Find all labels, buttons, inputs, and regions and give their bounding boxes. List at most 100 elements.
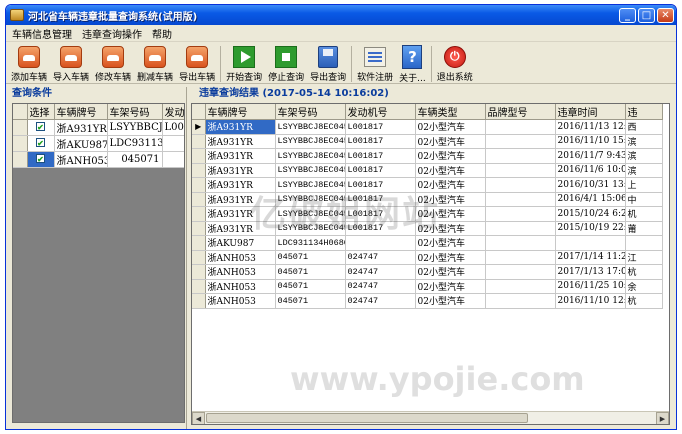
col-frame[interactable]: 车架号码: [275, 104, 346, 120]
plate-cell[interactable]: 浙A931YR: [205, 148, 276, 164]
brand-cell[interactable]: [485, 206, 556, 222]
maximize-button[interactable]: □: [638, 7, 655, 23]
violation-time-cell[interactable]: 2016/11/6 10:0: [555, 163, 626, 178]
table-row[interactable]: 浙A931YR LSYYBBCJ8EC045 L001817 02小型汽车 2015/1…: [192, 206, 663, 222]
violation-time-cell[interactable]: 2016/11/10 12:: [555, 293, 626, 309]
import-vehicle-button[interactable]: 导入车辆: [50, 44, 92, 84]
frame-cell[interactable]: 045071: [107, 151, 163, 168]
plate-cell[interactable]: 浙ANH053: [54, 151, 108, 168]
row-header[interactable]: [13, 151, 28, 168]
brand-cell[interactable]: [485, 177, 556, 193]
row-header[interactable]: [192, 177, 206, 193]
violation-place-cell[interactable]: 滨: [625, 134, 663, 149]
engine-cell[interactable]: L001817: [345, 119, 416, 135]
vehicle-type-cell[interactable]: 02小型汽车: [415, 177, 486, 193]
engine-cell[interactable]: 0: [162, 151, 184, 168]
current-row-indicator[interactable]: ▶: [192, 119, 206, 135]
frame-cell[interactable]: 045071: [275, 250, 346, 265]
engine-cell[interactable]: L001817: [345, 177, 416, 193]
plate-cell[interactable]: 浙AKU987: [205, 235, 276, 251]
violation-place-cell[interactable]: 莆: [625, 221, 663, 236]
row-header[interactable]: [192, 134, 206, 149]
engine-cell[interactable]: [345, 235, 416, 251]
scroll-left-arrow[interactable]: ◀: [192, 412, 205, 424]
brand-cell[interactable]: [485, 250, 556, 265]
frame-cell[interactable]: LSYYBBCJ8EC045: [275, 119, 346, 135]
vehicle-type-cell[interactable]: 02小型汽车: [415, 119, 486, 135]
violation-time-cell[interactable]: 2017/1/13 17:0: [555, 264, 626, 280]
menu-vehicle-info[interactable]: 车辆信息管理: [12, 26, 72, 41]
violation-time-cell[interactable]: 2016/11/10 15:: [555, 134, 626, 149]
exit-button[interactable]: ⏻ 退出系统: [434, 44, 476, 84]
violation-place-cell[interactable]: 滨: [625, 163, 663, 178]
menu-help[interactable]: 帮助: [152, 26, 172, 41]
violation-place-cell[interactable]: 余: [625, 279, 663, 294]
frame-cell[interactable]: LSYYBBCJ8EC045: [275, 134, 346, 149]
table-row[interactable]: 浙A931YR LSYYBBCJ8EC045 L001817 02小型汽车 2016/4…: [192, 192, 663, 207]
select-cell[interactable]: ✔: [27, 135, 55, 152]
violation-place-cell[interactable]: 杭: [625, 264, 663, 280]
violation-time-cell[interactable]: 2015/10/24 6:2: [555, 206, 626, 222]
col-plate[interactable]: 车辆牌号: [205, 104, 276, 120]
brand-cell[interactable]: [485, 119, 556, 135]
frame-cell[interactable]: 045071: [275, 293, 346, 309]
table-row[interactable]: 浙A931YR LSYYBBCJ8EC045 L001817 02小型汽车 2016/1…: [192, 134, 663, 149]
violation-time-cell[interactable]: 2017/1/14 11:2: [555, 250, 626, 265]
engine-cell[interactable]: L001817: [345, 148, 416, 164]
col-select[interactable]: 选择: [27, 104, 55, 120]
vehicle-grid[interactable]: 选择 车辆牌号 车架号码 发动 ✔ 浙A931YR LSYYBBCJ8 L00: [12, 103, 185, 423]
violation-place-cell[interactable]: 杭: [625, 293, 663, 309]
plate-cell[interactable]: 浙ANH053: [205, 264, 276, 280]
plate-cell[interactable]: 浙ANH053: [205, 293, 276, 309]
frame-cell[interactable]: LSYYBBCJ8EC045: [275, 148, 346, 164]
row-header[interactable]: [13, 119, 28, 136]
brand-cell[interactable]: [485, 134, 556, 149]
table-row[interactable]: 浙A931YR LSYYBBCJ8EC045 L001817 02小型汽车 2015/1…: [192, 221, 663, 236]
engine-cell[interactable]: L001817: [345, 134, 416, 149]
table-row[interactable]: ✔ 浙A931YR LSYYBBCJ8 L00: [13, 119, 184, 136]
table-row[interactable]: 浙A931YR LSYYBBCJ8EC045 L001817 02小型汽车 2016/1…: [192, 148, 663, 164]
brand-cell[interactable]: [485, 192, 556, 207]
minimize-button[interactable]: _: [619, 7, 636, 23]
table-row[interactable]: 浙ANH053 045071 024747 02小型汽车 2016/11/25 10: 余: [192, 279, 663, 294]
brand-cell[interactable]: [485, 293, 556, 309]
table-row[interactable]: 浙A931YR LSYYBBCJ8EC045 L001817 02小型汽车 2016/1…: [192, 177, 663, 193]
vehicle-type-cell[interactable]: 02小型汽车: [415, 279, 486, 294]
vehicle-type-cell[interactable]: 02小型汽车: [415, 264, 486, 280]
vehicle-type-cell[interactable]: 02小型汽车: [415, 221, 486, 236]
row-header[interactable]: [192, 293, 206, 309]
engine-cell[interactable]: L00: [162, 119, 184, 136]
menu-violation-query[interactable]: 违章查询操作: [82, 26, 142, 41]
violation-time-cell[interactable]: 2015/10/19 22:: [555, 221, 626, 236]
brand-cell[interactable]: [485, 221, 556, 236]
vehicle-type-cell[interactable]: 02小型汽车: [415, 206, 486, 222]
frame-cell[interactable]: LSYYBBCJ8EC045: [275, 221, 346, 236]
close-button[interactable]: ✕: [657, 7, 674, 23]
frame-cell[interactable]: LSYYBBCJ8EC045: [275, 163, 346, 178]
row-header[interactable]: [192, 163, 206, 178]
violation-place-cell[interactable]: 江: [625, 250, 663, 265]
engine-cell[interactable]: 024747: [345, 250, 416, 265]
select-cell[interactable]: ✔: [27, 151, 55, 168]
plate-cell[interactable]: 浙A931YR: [205, 119, 276, 135]
select-cell[interactable]: ✔: [27, 119, 55, 136]
row-header[interactable]: [192, 192, 206, 207]
row-checkbox[interactable]: ✔: [36, 122, 45, 131]
table-row[interactable]: 浙ANH053 045071 024747 02小型汽车 2017/1/14 11:2 江: [192, 250, 663, 265]
engine-cell[interactable]: L001817: [345, 206, 416, 222]
results-grid[interactable]: 车辆牌号 车架号码 发动机号 车辆类型 品牌型号 违章时间 违 ▶ 浙A931YR…: [191, 103, 670, 425]
start-query-button[interactable]: 开始查询: [223, 44, 265, 84]
horizontal-scrollbar[interactable]: ◀ ▶: [192, 411, 669, 424]
plate-cell[interactable]: 浙A931YR: [205, 163, 276, 178]
frame-cell[interactable]: 045071: [275, 279, 346, 294]
vehicle-type-cell[interactable]: 02小型汽车: [415, 134, 486, 149]
row-checkbox[interactable]: ✔: [36, 154, 45, 163]
plate-cell[interactable]: 浙A931YR: [54, 119, 108, 136]
violation-place-cell[interactable]: 中: [625, 192, 663, 207]
plate-cell[interactable]: 浙A931YR: [205, 221, 276, 236]
about-button[interactable]: ? 关于...: [396, 44, 429, 84]
scroll-thumb[interactable]: [206, 413, 528, 423]
plate-cell[interactable]: 浙A931YR: [205, 134, 276, 149]
plate-cell[interactable]: 浙A931YR: [205, 192, 276, 207]
plate-cell[interactable]: 浙A931YR: [205, 177, 276, 193]
